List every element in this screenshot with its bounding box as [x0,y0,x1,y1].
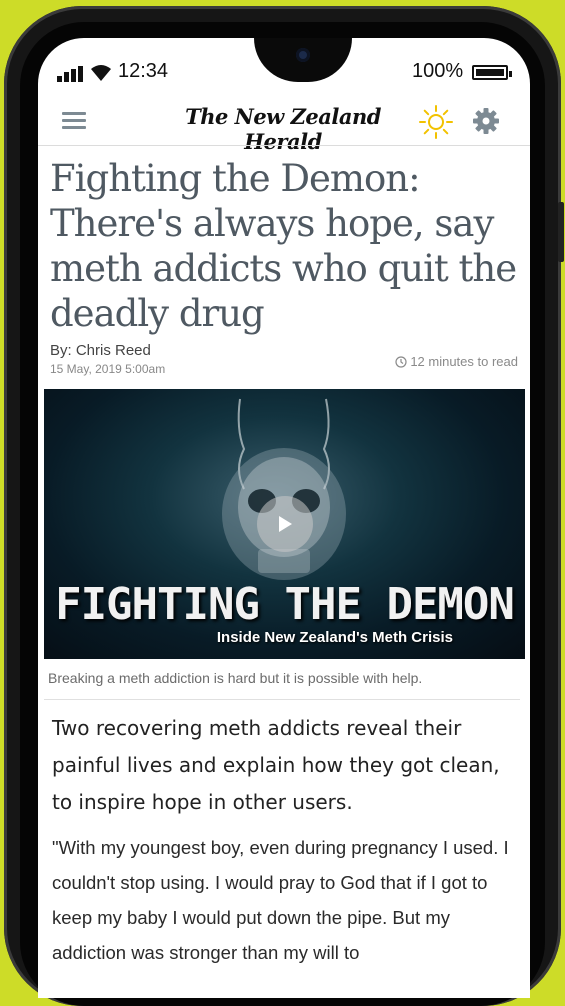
status-time: 12:34 [118,60,169,82]
article-lede: Two recovering meth addicts reveal their… [52,716,500,814]
battery-icon [472,65,512,80]
volume-button [558,202,564,262]
app-bar: The New Zealand Herald [38,100,530,154]
screen: 12:34 100% The New Zealand Herald Fighti… [38,38,530,998]
sun-icon[interactable] [418,104,454,140]
menu-icon[interactable] [62,112,86,130]
byline[interactable]: By: Chris Reed [50,342,151,359]
publish-date: 15 May, 2019 5:00am [50,362,166,376]
video-subtitle: Inside New Zealand's Meth Crisis [216,629,453,646]
clock-icon [395,355,407,368]
article-headline: Fighting the Demon: There's always hope,… [50,157,517,335]
divider [44,699,520,700]
signal-icon [57,66,83,82]
read-time: 12 minutes to read [395,354,518,369]
image-caption: Breaking a meth addiction is hard but it… [48,670,423,686]
wifi-icon [91,65,111,81]
masthead-logo[interactable]: The New Zealand Herald [163,104,403,154]
article-paragraph: "With my youngest boy, even during pregn… [52,837,509,963]
play-icon [279,516,292,532]
battery-percent: 100% [412,60,464,82]
read-time-label: 12 minutes to read [410,354,518,369]
status-bar: 12:34 100% [38,60,530,86]
video-title: FIGHTING THE DEMON [55,579,515,630]
gear-icon[interactable] [472,107,500,135]
play-button[interactable] [257,496,313,552]
video-player[interactable]: FIGHTING THE DEMON Inside New Zealand's … [44,389,525,659]
divider [38,145,530,146]
